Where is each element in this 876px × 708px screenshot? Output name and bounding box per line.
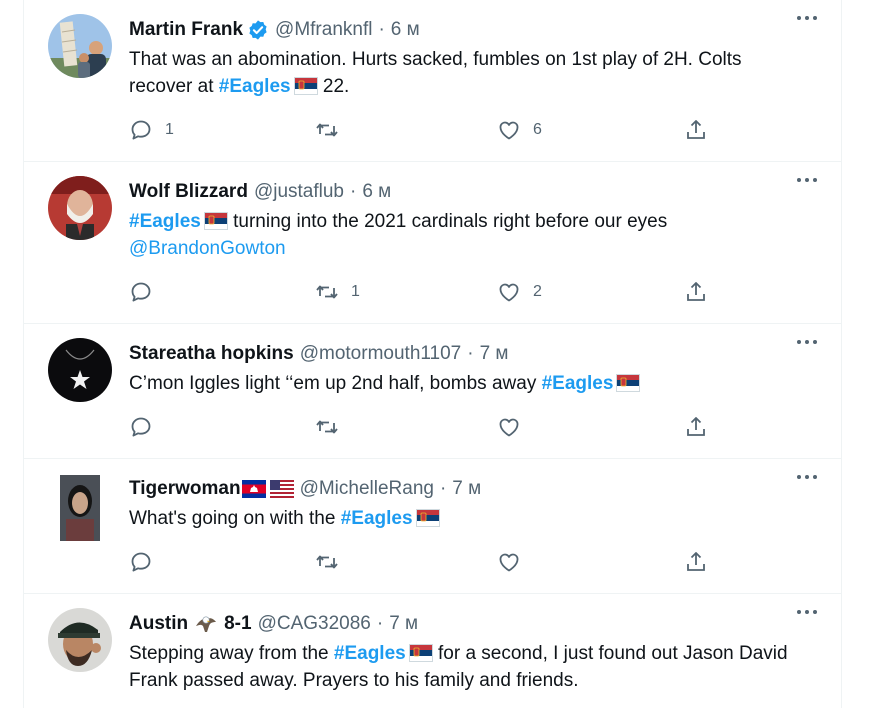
more-options-icon[interactable] (795, 168, 819, 192)
tweet-actions (129, 548, 719, 576)
share-icon (687, 552, 705, 571)
like-count: 2 (533, 283, 542, 300)
share-icon (687, 282, 705, 301)
avatar[interactable] (48, 14, 112, 78)
tweet-time[interactable]: 6 м (362, 181, 391, 203)
retweet-icon (316, 555, 338, 569)
share-button[interactable] (684, 116, 708, 144)
share-button[interactable] (684, 278, 708, 306)
tweet[interactable]: Wolf Blizzard @justaflub · 6 м #Eagles t… (24, 162, 841, 324)
reply-icon (131, 120, 151, 140)
like-button[interactable]: 6 (497, 116, 542, 144)
separator-dot: · (378, 19, 385, 40)
tweet-time[interactable]: 7 м (389, 613, 418, 635)
retweet-count: 1 (351, 283, 360, 300)
retweet-icon (316, 285, 338, 299)
retweet-icon (316, 420, 338, 434)
tweet-text: That was an abomination. Hurts sacked, f… (129, 49, 742, 97)
retweet-button[interactable]: 1 (315, 278, 360, 306)
tweet[interactable]: Stareatha hopkins @motormouth1107 · 7 м … (24, 324, 841, 459)
reply-button[interactable] (129, 278, 165, 306)
mention-link[interactable]: @BrandonGowton (129, 238, 286, 259)
like-button[interactable]: 2 (497, 278, 542, 306)
avatar[interactable] (48, 608, 112, 672)
serbia-flag-icon (416, 509, 440, 527)
tweet-text: #Eagles turning into the 2021 cardinals … (129, 211, 668, 259)
hashtag-link[interactable]: #Eagles (542, 373, 614, 394)
retweet-button[interactable] (315, 548, 351, 576)
reply-icon (131, 282, 151, 302)
tweet[interactable]: Martin Frank @Mfranknfl · 6 м That was a… (24, 0, 841, 162)
avatar[interactable] (60, 475, 100, 541)
tweet-actions (129, 413, 719, 441)
share-button[interactable] (684, 413, 708, 441)
eagle-icon (194, 612, 218, 636)
tweet-actions: 1 6 (129, 116, 719, 144)
author-handle[interactable]: @CAG32086 (258, 613, 371, 635)
verified-badge-icon (247, 19, 269, 41)
tweet[interactable]: Tigerwoman @MichelleRang · 7 м What's go… (24, 459, 841, 594)
serbia-flag-icon (616, 374, 640, 392)
serbia-flag-icon (204, 212, 228, 230)
serbia-flag-icon (294, 77, 318, 95)
share-icon (687, 120, 705, 139)
tweet[interactable]: Austin 8-1 @CAG32086 · 7 м Stepping away… (24, 594, 841, 708)
heart-icon (499, 418, 519, 437)
like-count: 6 (533, 121, 542, 138)
author-name[interactable]: Wolf Blizzard (129, 181, 248, 203)
tweet-text: Stepping away from the #Eagles for a sec… (129, 643, 788, 691)
tweet-time[interactable]: 6 м (391, 19, 420, 41)
like-button[interactable] (497, 413, 533, 441)
more-options-icon[interactable] (795, 330, 819, 354)
heart-icon (499, 121, 519, 140)
author-name[interactable]: Stareatha hopkins (129, 343, 294, 365)
reply-icon (131, 552, 151, 572)
author-handle[interactable]: @justaflub (254, 181, 344, 203)
tweet-actions: 1 2 (129, 278, 719, 306)
author-name[interactable]: Martin Frank (129, 19, 243, 41)
separator-dot: · (439, 478, 447, 499)
more-options-icon[interactable] (795, 465, 819, 489)
reply-button[interactable] (129, 413, 165, 441)
separator-dot: · (467, 343, 474, 364)
heart-icon (499, 283, 519, 302)
more-options-icon[interactable] (795, 6, 819, 30)
serbia-flag-icon (409, 644, 433, 662)
reply-icon (131, 417, 151, 437)
more-options-icon[interactable] (795, 600, 819, 624)
author-name[interactable]: Austin (129, 613, 188, 635)
hashtag-link[interactable]: #Eagles (341, 508, 413, 529)
avatar[interactable] (48, 176, 112, 240)
timeline: Martin Frank @Mfranknfl · 6 м That was a… (23, 0, 842, 708)
share-icon (687, 417, 705, 436)
author-handle[interactable]: @motormouth1107 (300, 343, 462, 365)
separator-dot: · (376, 613, 384, 634)
cambodia-flag-icon (242, 480, 266, 498)
hashtag-link[interactable]: #Eagles (219, 76, 291, 97)
author-handle[interactable]: @Mfranknfl (275, 19, 372, 41)
reply-button[interactable] (129, 548, 165, 576)
heart-icon (499, 553, 519, 572)
hashtag-link[interactable]: #Eagles (334, 643, 406, 664)
reply-button[interactable]: 1 (129, 116, 174, 144)
tweet-time[interactable]: 7 м (452, 478, 481, 500)
author-handle[interactable]: @MichelleRang (300, 478, 434, 500)
like-button[interactable] (497, 548, 533, 576)
retweet-button[interactable] (315, 413, 351, 441)
retweet-button[interactable] (315, 116, 351, 144)
tweet-time[interactable]: 7 м (480, 343, 509, 365)
separator-dot: · (350, 181, 357, 202)
avatar[interactable] (48, 338, 112, 402)
usa-flag-icon (270, 480, 294, 498)
author-name[interactable]: Tigerwoman (129, 478, 241, 500)
tweet-text: C’mon Iggles light ‘‘em up 2nd half, bom… (129, 370, 809, 397)
tweet-text: What's going on with the #Eagles (129, 505, 809, 532)
hashtag-link[interactable]: #Eagles (129, 211, 201, 232)
author-name-suffix[interactable]: 8-1 (224, 613, 251, 635)
reply-count: 1 (165, 121, 174, 138)
share-button[interactable] (684, 548, 708, 576)
retweet-icon (316, 123, 338, 137)
